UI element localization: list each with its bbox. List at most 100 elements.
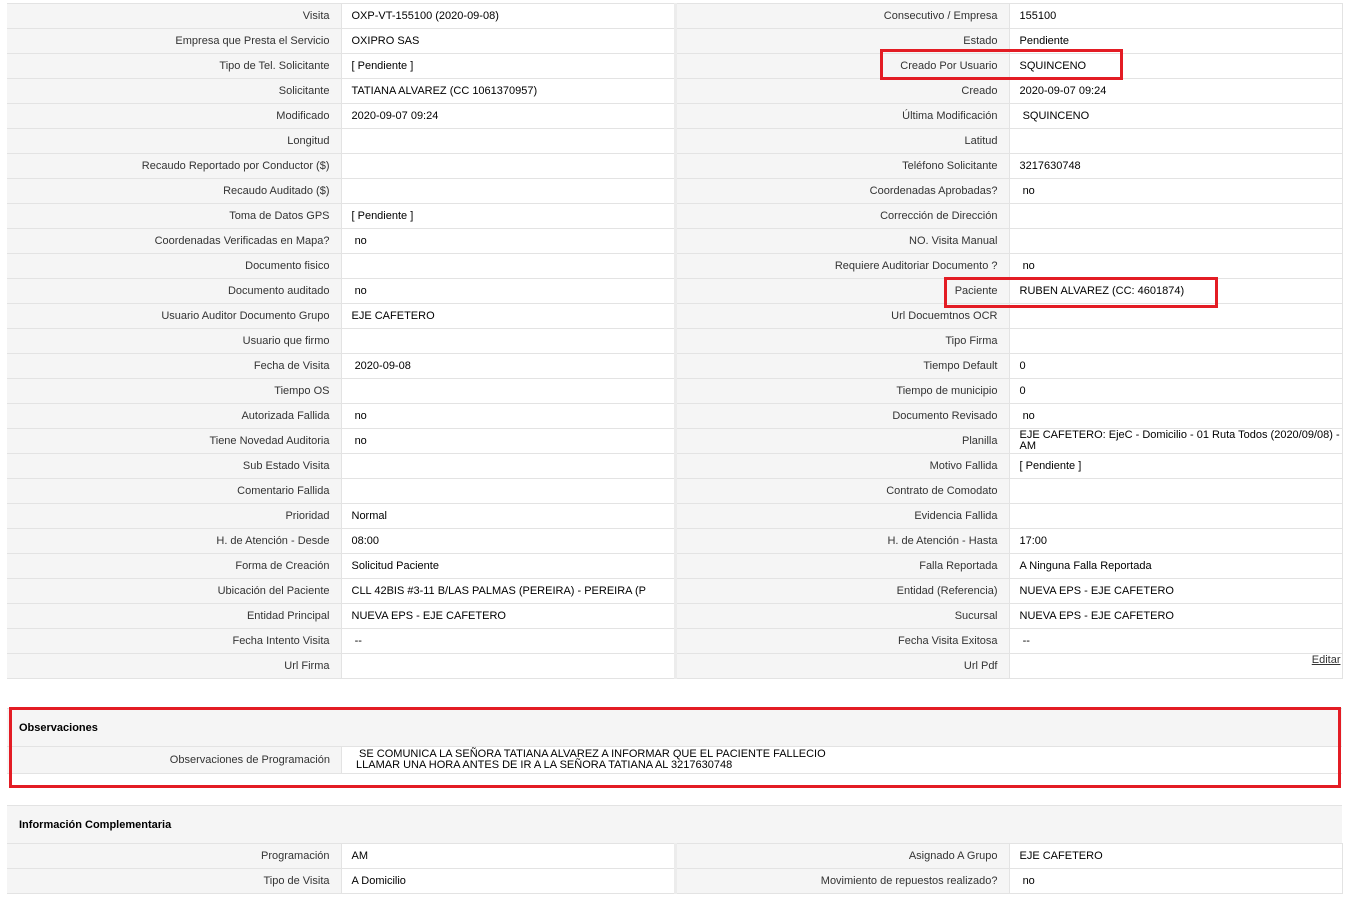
documento-revisado-value-text: no [1019,409,1035,422]
recaudo-auditado-label-text: Recaudo Auditado ($) [223,185,330,197]
tipo-firma-label: Tipo Firma [675,328,1010,354]
usuario-que-firmo-value [341,328,677,354]
detail-row: Recaudo Auditado ($) Coordenadas Aprobada… [7,178,1343,204]
detail-row: Fecha Intento Visita -- Fecha Visita Exit… [7,628,1343,654]
coordenadas-aprobadas-value: no [1009,178,1343,204]
falla-reportada-label-text: Falla Reportada [919,560,998,572]
entidad-referencia-label: Entidad (Referencia) [675,578,1010,604]
h-de-atencion-desde-value-text: 08:00 [351,534,380,547]
documento-auditado-label: Documento auditado [7,278,342,304]
planilla-value: EJE CAFETERO: EjeC - Domicilio - 01 Ruta… [1009,428,1343,454]
h-de-atencion-desde-label: H. de Atención - Desde [7,528,342,554]
modificado-label: Modificado [7,103,342,129]
fecha-de-visita-value-text: 2020-09-08 [351,359,411,372]
url-docuemtnos-ocr-value [1009,303,1343,329]
detail-row: Autorizada Fallida no Documento Revisado … [7,403,1343,429]
asignado-a-grupo-label-text: Asignado A Grupo [908,850,998,862]
observaciones-label: Observaciones de Programación [7,746,342,774]
ubicacion-del-paciente-label-text: Ubicación del Paciente [217,585,330,597]
tiempo-de-municipio-value: 0 [1009,378,1343,404]
ubicacion-del-paciente-value: CLL 42BIS #3-11 B/LAS PALMAS (PEREIRA) -… [341,578,677,604]
consecutivo-empresa-label: Consecutivo / Empresa [675,3,1010,29]
fecha-intento-visita-value-text: -- [351,634,362,647]
tiempo-default-value-text: 0 [1019,359,1026,372]
entidad-principal-value: NUEVA EPS - EJE CAFETERO [341,603,677,629]
correccion-de-direccion-value [1009,203,1343,229]
toma-de-datos-gps-value: [ Pendiente ] [341,203,677,229]
autorizada-fallida-label-text: Autorizada Fallida [241,410,330,422]
detail-row: H. de Atención - Desde 08:00 H. de Atenció… [7,528,1343,554]
entidad-principal-label: Entidad Principal [7,603,342,629]
tipo-de-tel-solicitante-value-text: [ Pendiente ] [351,59,414,72]
ultima-modificacion-label: Última Modificación [675,103,1010,129]
fecha-intento-visita-value: -- [341,628,677,654]
fecha-de-visita-value: 2020-09-08 [341,353,677,379]
paciente-value: RUBEN ALVAREZ (CC: 4601874) [1009,278,1343,304]
editar-link[interactable]: Editar [1312,654,1341,666]
h-de-atencion-hasta-value-text: 17:00 [1019,534,1048,547]
motivo-fallida-label-text: Motivo Fallida [929,460,998,472]
tipo-de-visita-value-text: A Domicilio [351,874,406,887]
usuario-auditor-documento-grupo-value: EJE CAFETERO [341,303,677,329]
toma-de-datos-gps-label-text: Toma de Datos GPS [229,210,330,222]
latitud-label-text: Latitud [964,135,998,147]
usuario-auditor-documento-grupo-label: Usuario Auditor Documento Grupo [7,303,342,329]
solicitante-value: TATIANA ALVAREZ (CC 1061370957) [341,78,677,104]
requiere-auditoriar-documento-label-text: Requiere Auditoriar Documento ? [834,260,998,272]
falla-reportada-value: A Ninguna Falla Reportada [1009,553,1343,579]
creado-por-usuario-label: Creado Por Usuario [675,53,1010,79]
prioridad-value: Normal [341,503,677,529]
detail-row: Visita OXP-VT-155100 (2020-09-08) Consecut… [7,3,1343,29]
detail-row: Empresa que Presta el Servicio OXIPRO SAS… [7,28,1343,54]
tipo-firma-value [1009,328,1343,354]
usuario-auditor-documento-grupo-label-text: Usuario Auditor Documento Grupo [161,310,330,322]
informacion-complementaria-title: Información Complementaria [7,805,1342,843]
entidad-principal-label-text: Entidad Principal [246,610,330,622]
no-visita-manual-label: NO. Visita Manual [675,228,1010,254]
usuario-que-firmo-label: Usuario que firmo [7,328,342,354]
url-docuemtnos-ocr-label-text: Url Docuemtnos OCR [891,310,998,322]
recaudo-reportado-por-conductor-label-text: Recaudo Reportado por Conductor ($) [141,160,330,172]
comentario-fallida-label: Comentario Fallida [7,478,342,504]
correccion-de-direccion-label: Corrección de Dirección [675,203,1010,229]
no-visita-manual-label-text: NO. Visita Manual [909,235,998,247]
creado-por-usuario-value-text: SQUINCENO [1019,59,1087,72]
fecha-visita-exitosa-value: -- [1009,628,1343,654]
detail-row: Longitud Latitud [7,128,1343,154]
tiempo-os-label: Tiempo OS [7,378,342,404]
tipo-de-tel-solicitante-label: Tipo de Tel. Solicitante [7,53,342,79]
creado-por-usuario-value: SQUINCENO [1009,53,1343,79]
detail-row: Entidad Principal NUEVA EPS - EJE CAFETER… [7,603,1343,629]
sucursal-value: NUEVA EPS - EJE CAFETERO [1009,603,1343,629]
requiere-auditoriar-documento-value: no [1009,253,1343,279]
tipo-firma-label-text: Tipo Firma [945,335,998,347]
requiere-auditoriar-documento-label: Requiere Auditoriar Documento ? [675,253,1010,279]
forma-de-creacion-label-text: Forma de Creación [235,560,330,572]
latitud-value [1009,128,1343,154]
falla-reportada-label: Falla Reportada [675,553,1010,579]
documento-revisado-label-text: Documento Revisado [892,410,998,422]
url-docuemtnos-ocr-label: Url Docuemtnos OCR [675,303,1010,329]
h-de-atencion-hasta-value: 17:00 [1009,528,1343,554]
tiempo-os-label-text: Tiempo OS [274,385,330,397]
movimiento-de-repuestos-realizado-value-text: no [1019,874,1035,887]
coordenadas-aprobadas-value-text: no [1019,184,1035,197]
recaudo-auditado-label: Recaudo Auditado ($) [7,178,342,204]
sub-estado-visita-label-text: Sub Estado Visita [242,460,330,472]
tiempo-default-label: Tiempo Default [675,353,1010,379]
autorizada-fallida-value: no [341,403,677,429]
fecha-visita-exitosa-label-text: Fecha Visita Exitosa [898,635,998,647]
estado-value: Pendiente [1009,28,1343,54]
informacion-complementaria-table: Programación AM Asignado A Grupo EJE CAFETE… [7,843,1343,894]
h-de-atencion-hasta-label-text: H. de Atención - Hasta [887,535,998,547]
detail-row: Forma de Creación Solicitud Paciente Falla… [7,553,1343,579]
entidad-referencia-label-text: Entidad (Referencia) [896,585,998,597]
ultima-modificacion-value: SQUINCENO [1009,103,1343,129]
detail-row: Documento fisico Requiere Auditoriar Docu… [7,253,1343,279]
telefono-solicitante-label: Teléfono Solicitante [675,153,1010,179]
estado-label: Estado [675,28,1010,54]
detail-row: Solicitante TATIANA ALVAREZ (CC 106137095… [7,78,1343,104]
documento-revisado-value: no [1009,403,1343,429]
asignado-a-grupo-label: Asignado A Grupo [675,843,1010,869]
documento-auditado-value: no [341,278,677,304]
